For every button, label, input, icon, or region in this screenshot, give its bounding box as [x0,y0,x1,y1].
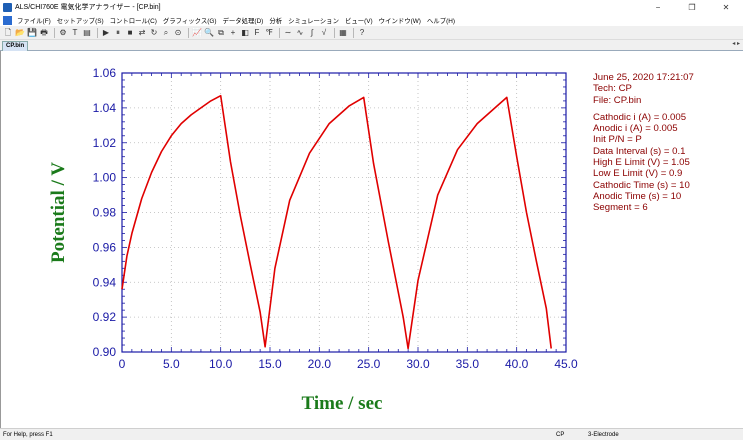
run-datetime: June 25, 2020 17:21:07 [593,72,694,83]
graph-icon[interactable]: 📈 [192,28,202,38]
pause-icon[interactable]: ⏸ [113,28,123,38]
parameter-panel: June 25, 2020 17:21:07 Tech: CP File: CP… [593,72,743,214]
repeat-icon[interactable]: ↻ [149,28,159,38]
math-icon[interactable]: √ [319,28,329,38]
x-tick-label: 30.0 [406,357,430,371]
print-icon[interactable]: 🖶 [39,28,49,38]
toolbar-separator [353,27,354,38]
app-icon [3,2,12,12]
x-tick-label: 20.0 [308,357,332,371]
parameter-line: Data Interval (s) = 0.1 [593,145,686,157]
menu-data-processing[interactable]: データ処理(D) [219,16,266,25]
file-line: File: CP.bin [593,94,642,106]
reverse-icon[interactable]: ⇄ [137,28,147,38]
toolbar: 🗋 📂 💾 🖶 ⚙ T ▤ ▶ ⏸ ■ ⇄ ↻ ⌕ ⊙ 📈 🔍 ⧉ + ◧ F ℉ ∼ ∿ ∫ √ ▦? [0,26,743,40]
parameters-icon[interactable]: ▤ [82,28,92,38]
y-tick-label: 0.94 [93,275,117,289]
document-system-icon[interactable] [3,15,12,25]
y-axis-title: Potential / V [48,162,69,263]
x-tick-label: 5.0 [163,357,180,371]
potential-time-chart: 0 5.0 10.0 15.0 20.0 25.0 30.0 35.0 40.0 45.0 0.90… [48,66,578,414]
help-icon[interactable]: ? [357,28,367,38]
x-tick-label: 40.0 [505,357,529,371]
graph-view: 0 5.0 10.0 15.0 20.0 25.0 30.0 35.0 40.0 45.0 0.90… [0,51,743,428]
status-bar: For Help, press F1 CP 3-Electrode [0,428,743,440]
menu-setup[interactable]: セットアップ(S) [54,16,107,25]
toolbar-separator [97,27,98,38]
close-button[interactable]: ✕ [709,0,743,14]
grid-icon[interactable]: ▦ [338,28,348,38]
y-tick-label: 0.96 [93,240,117,254]
smooth-icon[interactable]: ∼ [283,28,293,38]
save-icon[interactable]: 💾 [27,28,37,38]
menu-analysis[interactable]: 分析 [266,16,285,25]
toolbar-separator [279,27,280,38]
toolbar-separator [188,27,189,38]
status-technique: CP [556,432,565,438]
menu-control[interactable]: コントロール(C) [107,16,160,25]
x-tick-label: 0 [119,357,126,371]
menu-file[interactable]: ファイル(F) [14,16,54,25]
x-tick-label: 35.0 [456,357,480,371]
document-tab-strip: CP.bin ◂ ▸ [0,40,743,51]
plot-frame [121,72,567,353]
derivative-icon[interactable]: ∿ [295,28,305,38]
y-tick-label: 1.02 [93,136,117,150]
open-icon[interactable]: 📂 [15,28,25,38]
run-icon[interactable]: ▶ [101,28,111,38]
parameter-list: Cathodic i (A) = 0.005 Anodic i (A) = 0.0… [593,112,743,214]
toolbar-separator [54,27,55,38]
menu-bar: ファイル(F) セットアップ(S) コントロール(C) グラフィックス(G) デ… [0,14,743,26]
menu-view[interactable]: ビュー(V) [342,16,376,25]
document-tab[interactable]: CP.bin [2,41,29,51]
color-icon[interactable]: ◧ [240,28,250,38]
parameter-line: High E Limit (V) = 1.05 [593,157,690,169]
overlay-icon[interactable]: ⧉ [216,28,226,38]
format-icon[interactable]: ℉ [264,28,274,38]
menu-help[interactable]: ヘルプ(H) [424,16,458,25]
x-axis-title: Time / sec [302,393,383,414]
parameter-line: Segment = 6 [593,202,648,214]
restore-button[interactable]: ❐ [675,0,709,14]
y-tick-label: 0.90 [93,345,117,359]
parameter-line: Anodic i (A) = 0.005 [593,123,678,135]
window-title: ALS/CHI760E 電気化学アナライザー - [CP.bin] [15,4,161,11]
y-tick-label: 1.04 [93,101,117,115]
potential-trace [121,94,552,350]
minimize-button[interactable]: − [641,0,675,14]
magnify-icon[interactable]: 🔍 [204,28,214,38]
toolbar-separator [334,27,335,38]
menu-window[interactable]: ウインドウ(W) [376,16,424,25]
stop-icon[interactable]: ■ [125,28,135,38]
status-help-text: For Help, press F1 [3,432,53,438]
cell-icon[interactable]: ⊙ [173,28,183,38]
zoom-icon[interactable]: ⌕ [161,28,171,38]
parameter-line: Cathodic Time (s) = 10 [593,179,690,191]
y-tick-label: 1.00 [93,171,117,185]
menu-simulation[interactable]: シミュレーション [285,16,342,25]
new-icon[interactable]: 🗋 [3,28,13,38]
app-window: ALS/CHI760E 電気化学アナライザー - [CP.bin] − ❐ ✕ … [0,0,743,440]
technique-icon[interactable]: ⚙ [58,28,68,38]
x-tick-label: 25.0 [357,357,381,371]
technique-line: Tech: CP [593,83,632,95]
text-icon[interactable]: T [70,28,80,38]
x-tick-label: 15.0 [258,357,282,371]
parameter-line: Init P/N = P [593,134,642,146]
x-tick-label: 10.0 [209,357,233,371]
title-bar: ALS/CHI760E 電気化学アナライザー - [CP.bin] − ❐ ✕ [0,0,743,14]
add-icon[interactable]: + [228,28,238,38]
tab-scroll-arrows[interactable]: ◂ ▸ [732,40,740,47]
menu-graphics[interactable]: グラフィックス(G) [160,16,220,25]
parameter-line: Low E Limit (V) = 0.9 [593,168,683,180]
parameter-line: Cathodic i (A) = 0.005 [593,111,687,123]
parameter-line: Anodic Time (s) = 10 [593,190,682,202]
font-icon[interactable]: F [252,28,262,38]
y-tick-label: 0.98 [93,206,117,220]
x-tick-label: 45.0 [554,357,578,371]
integrate-icon[interactable]: ∫ [307,28,317,38]
y-tick-label: 1.06 [93,66,117,80]
y-tick-label: 0.92 [93,310,117,324]
status-electrode: 3-Electrode [588,432,619,438]
